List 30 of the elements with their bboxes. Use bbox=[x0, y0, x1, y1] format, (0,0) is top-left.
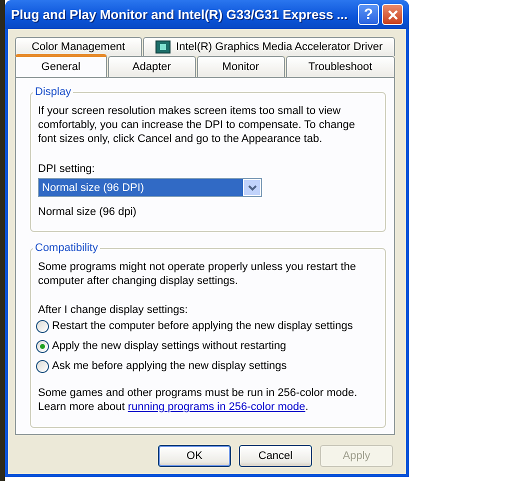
chevron-icon bbox=[248, 184, 256, 190]
close-button[interactable] bbox=[382, 4, 403, 25]
radio-button[interactable] bbox=[36, 320, 49, 332]
tab[interactable]: Color Management bbox=[15, 37, 142, 56]
prompt-text: After I change display settings: bbox=[38, 304, 189, 316]
radio-option[interactable]: Restart the computer before applying the new display settings bbox=[36, 316, 378, 336]
close-icon bbox=[386, 8, 398, 20]
group-title: Compatibility bbox=[34, 242, 99, 254]
window-title: Plug and Play Monitor and Intel(R) G33/G31 Express ... bbox=[11, 7, 349, 22]
field-label: DPI setting: bbox=[38, 163, 96, 175]
dropdown-button[interactable] bbox=[243, 179, 261, 196]
help-button[interactable]: ? bbox=[358, 4, 379, 25]
tab[interactable]: Monitor bbox=[196, 56, 285, 77]
dialog-button[interactable]: OK bbox=[158, 445, 231, 467]
tab[interactable]: Intel(R) Graphics Media Accelerator Driver bbox=[142, 37, 395, 56]
dialog-button[interactable]: Cancel bbox=[239, 445, 312, 467]
dpi-dropdown[interactable]: Normal size (96 DPI) bbox=[38, 178, 262, 197]
help-link[interactable]: running programs in 256-color mode bbox=[128, 401, 306, 413]
radio-option[interactable]: Apply the new display settings without restarting bbox=[36, 336, 378, 356]
radio-button[interactable] bbox=[36, 340, 49, 352]
tab[interactable]: Adapter bbox=[108, 56, 196, 77]
info-text: Some games and other programs must be run in 256-color mode. Learn more about running programs in 256-color mode. bbox=[38, 386, 358, 414]
dpi-note: Normal size (96 dpi) bbox=[38, 206, 138, 218]
radio-button[interactable] bbox=[36, 360, 49, 372]
radio-option[interactable]: Ask me before applying the new display settings bbox=[36, 356, 378, 376]
group-title: Display bbox=[34, 86, 72, 98]
tab[interactable]: Troubleshoot bbox=[286, 56, 396, 77]
description-text: If your screen resolution makes screen items too small to view comfortably, you can increase the DPI to compensate. To change font sizes only, click Cancel and go to the Appearance tab. bbox=[38, 104, 356, 146]
tab[interactable]: General bbox=[15, 54, 107, 77]
description-text: Some programs might not operate properly unless you restart the computer after changing display settings. bbox=[38, 260, 357, 288]
